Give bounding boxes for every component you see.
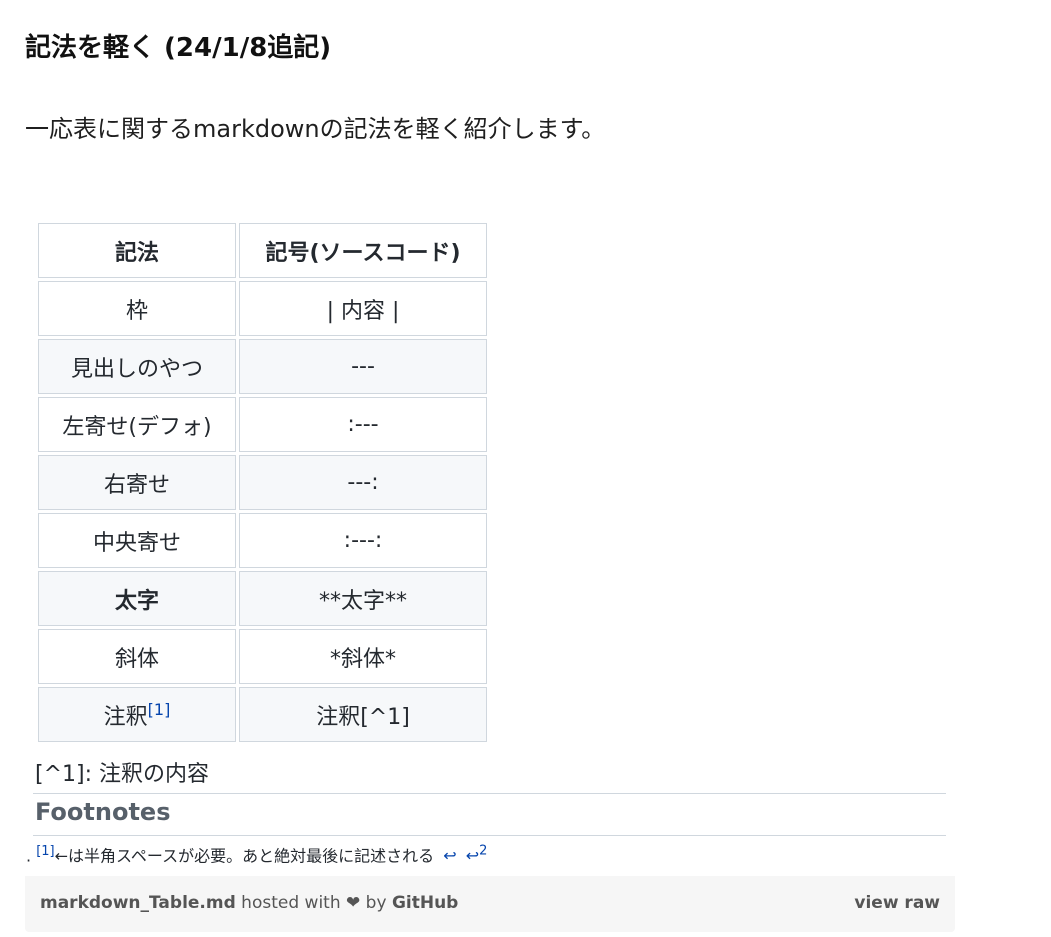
cell-code: 注釈[^1] — [239, 687, 487, 742]
cell-syntax: 枠 — [38, 281, 236, 336]
cell-code: --- — [239, 339, 487, 394]
markdown-syntax-table: 記法 記号(ソースコード) 枠 | 内容 | 見出しのやつ --- 左寄せ(デフ… — [35, 220, 490, 745]
backref-icon[interactable]: ↩ — [443, 846, 456, 865]
header-code: 記号(ソースコード) — [239, 223, 487, 278]
footnote-text: ←は半角スペースが必要。あと絶対最後に記述される — [54, 846, 435, 866]
gist-meta-footer: markdown_Table.md hosted with ❤ by GitHu… — [25, 876, 955, 932]
by-text: by — [360, 893, 392, 913]
footnote-ref: [1] — [148, 699, 171, 720]
footnote-item: . [1]←は半角スペースが必要。あと絶対最後に記述される ↩ ↩2 — [26, 840, 487, 868]
table-row: 左寄せ(デフォ) :--- — [38, 397, 487, 452]
cell-syntax: 見出しのやつ — [38, 339, 236, 394]
cell-syntax: 斜体 — [38, 629, 236, 684]
backref-index: 2 — [479, 844, 488, 859]
footnotes-title: Footnotes — [35, 798, 171, 826]
section-heading: 記法を軽く (24/1/8追記) — [25, 33, 332, 63]
table-row: 見出しのやつ --- — [38, 339, 487, 394]
cell-syntax: 注釈[1] — [38, 687, 236, 742]
cell-syntax: 右寄せ — [38, 455, 236, 510]
hosted-with-text: hosted with — [235, 893, 347, 913]
table-row: 枠 | 内容 | — [38, 281, 487, 336]
footnote-ref-link[interactable]: [1] — [148, 700, 171, 719]
cell-code: ---: — [239, 455, 487, 510]
table-row: 太字 **太字** — [38, 571, 487, 626]
cell-syntax: 左寄せ(デフォ) — [38, 397, 236, 452]
divider — [33, 793, 946, 794]
backref-arrow: ↩ — [465, 846, 480, 866]
gist-file-link[interactable]: markdown_Table.md — [40, 893, 236, 913]
cell-code: :---: — [239, 513, 487, 568]
table-row: 注釈[1] 注釈[^1] — [38, 687, 487, 742]
cell-syntax: 太字 — [38, 571, 236, 626]
table-header-row: 記法 記号(ソースコード) — [38, 223, 487, 278]
divider — [33, 835, 946, 836]
cell-code: | 内容 | — [239, 281, 487, 336]
cell-syntax: 中央寄せ — [38, 513, 236, 568]
footnote-marker: . — [26, 846, 32, 866]
heart-icon: ❤ — [346, 893, 361, 913]
cell-syntax-text: 注釈 — [103, 704, 148, 730]
intro-paragraph: 一応表に関するmarkdownの記法を軽く紹介します。 — [25, 115, 606, 143]
table-row: 中央寄せ :---: — [38, 513, 487, 568]
footnote-definition-text: [^1]: 注釈の内容 — [35, 762, 210, 787]
cell-code: :--- — [239, 397, 487, 452]
gist-page: 記法を軽く (24/1/8追記) 一応表に関するmarkdownの記法を軽く紹介… — [0, 0, 1051, 937]
table-row: 右寄せ ---: — [38, 455, 487, 510]
cell-code: *斜体* — [239, 629, 487, 684]
view-raw-link[interactable]: view raw — [854, 893, 940, 913]
table-row: 斜体 *斜体* — [38, 629, 487, 684]
github-link[interactable]: GitHub — [392, 893, 458, 913]
header-syntax: 記法 — [38, 223, 236, 278]
footnote-number: [1] — [36, 844, 55, 859]
cell-code: **太字** — [239, 571, 487, 626]
backref-icon[interactable]: ↩2 — [465, 844, 488, 866]
gist-meta-info: markdown_Table.md hosted with ❤ by GitHu… — [40, 893, 458, 913]
